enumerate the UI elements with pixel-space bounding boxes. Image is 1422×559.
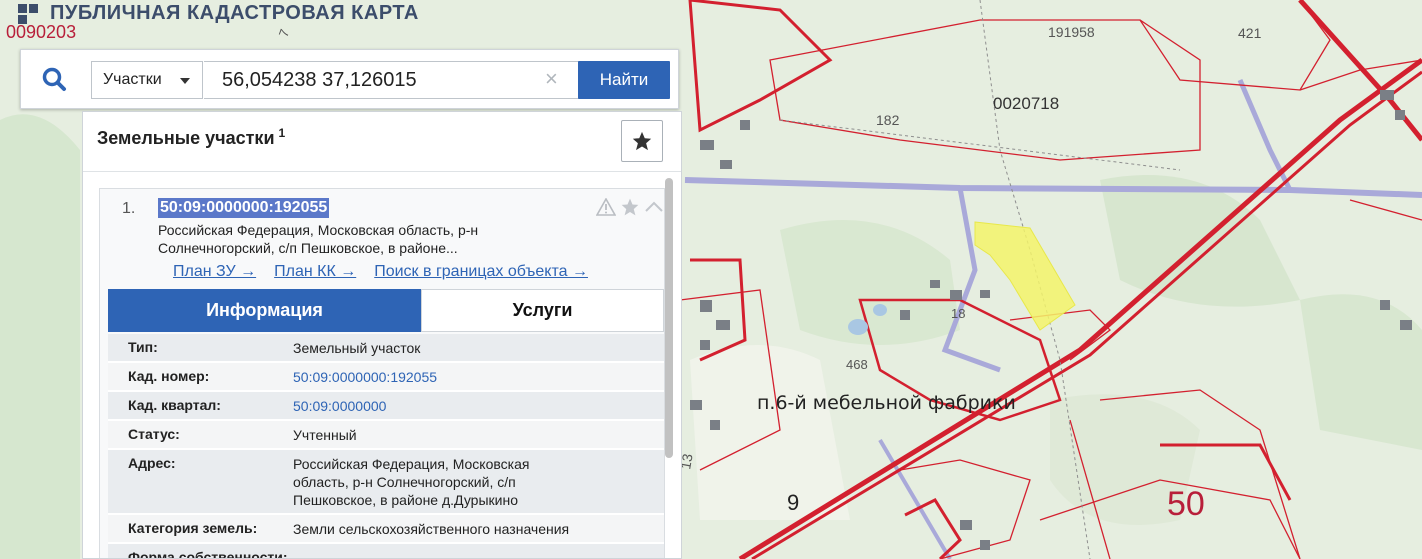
info-row-address: Адрес: Российская Федерация, Московская … [108,450,664,515]
panel-title-text: Земельные участки [97,128,275,148]
favorites-button[interactable] [621,120,663,162]
map-label-settlement: п.6-й мебельной фабрики [757,392,1016,414]
info-value: Учтенный [293,427,357,443]
chevron-down-icon [180,78,190,84]
info-key: Кад. номер: [128,368,210,384]
star-icon[interactable] [620,197,640,217]
map-label-182: 182 [876,112,900,128]
info-value: - [293,550,298,559]
grid-logo-icon [18,2,40,24]
info-key: Кад. квартал: [128,397,221,413]
map-label-18: 18 [951,306,965,321]
info-table: Тип: Земельный участок Кад. номер: 50:09… [108,334,664,559]
map-label-421: 421 [1238,25,1262,41]
clear-icon[interactable]: × [545,66,558,92]
warning-icon[interactable] [596,198,616,216]
search-icon[interactable] [41,66,67,92]
panel-header: Земельные участки 1 [83,112,681,172]
info-value: Земельный участок [293,340,421,356]
info-row-type: Тип: Земельный участок [108,334,664,363]
search-input[interactable] [204,61,579,99]
info-key: Статус: [128,426,180,442]
search-in-bounds-link[interactable]: Поиск в границах объекта → [374,263,588,281]
scrollbar-thumb[interactable] [665,178,673,458]
info-key: Категория земель: [128,520,258,536]
search-type-label: Участки [103,71,162,88]
map-label-191958: 191958 [1048,24,1095,40]
map-label-quarter-left: 0090203 [6,22,77,42]
info-row-quarter: Кад. квартал: 50:09:0000000 [108,392,664,421]
map-label-468: 468 [846,357,868,372]
result-count: 1 [278,126,286,140]
app-title: ПУБЛИЧНАЯ КАДАСТРОВАЯ КАРТА [50,1,419,24]
map-label-50: 50 [1167,485,1205,523]
results-panel: Земельные участки 1 1. 50:09:0000000:1920… [82,111,682,559]
plan-zu-link[interactable]: План ЗУ → [173,263,256,281]
plan-kk-link[interactable]: План КК → [274,263,356,281]
result-address: Российская Федерация, Московская область… [158,222,479,256]
search-type-select[interactable]: Участки [91,61,203,99]
result-index: 1. [122,200,136,217]
info-value: Российская Федерация, Московская область… [293,456,530,508]
info-key: Адрес: [128,455,176,471]
info-row-cad-number: Кад. номер: 50:09:0000000:192055 [108,363,664,392]
result-cad-number[interactable]: 50:09:0000000:192055 [158,198,330,218]
info-row-ownership: Форма собственности: - [108,544,664,559]
result-card: 1. 50:09:0000000:192055 Российская Федер… [99,188,665,559]
info-value: Земли сельскохозяйственного назначения [293,521,570,537]
info-value-link[interactable]: 50:09:0000000 [293,392,664,419]
info-row-category: Категория земель: Земли сельскохозяйстве… [108,515,664,544]
chevron-up-icon[interactable] [644,200,664,214]
tab-services[interactable]: Услуги [421,289,664,332]
search-bar: Участки × Найти [20,49,679,109]
result-links: План ЗУ → План КК → Поиск в границах объ… [173,263,588,281]
map-label-quarter-right: 0020718 [993,94,1059,113]
star-icon [632,131,652,151]
app-header: ПУБЛИЧНАЯ КАДАСТРОВАЯ КАРТА [18,0,419,26]
card-actions [596,197,664,217]
panel-scrollbar[interactable] [663,174,675,558]
info-value-link[interactable]: 50:09:0000000:192055 [293,363,664,390]
find-button[interactable]: Найти [578,61,670,99]
panel-title: Земельные участки 1 [97,126,285,149]
info-key: Тип: [128,339,158,355]
map-label-9: 9 [787,490,799,515]
info-row-status: Статус: Учтенный [108,421,664,450]
result-tabs: Информация Услуги [108,289,664,332]
tab-information[interactable]: Информация [108,289,421,332]
info-key: Форма собственности: [128,549,288,559]
